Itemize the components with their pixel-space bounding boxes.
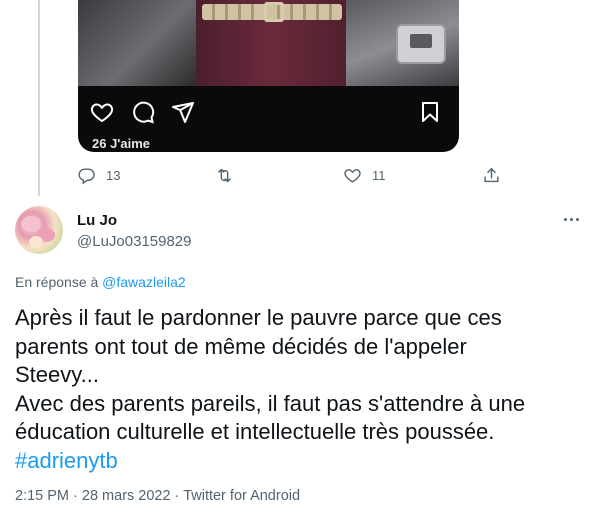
heart-icon — [344, 168, 361, 183]
share-upload-icon — [484, 167, 499, 182]
more-dot-icon — [569, 217, 573, 221]
reply-icon — [78, 167, 95, 184]
reply-to-mention-link[interactable]: @fawazleila2 — [102, 274, 185, 290]
heart-icon — [90, 103, 114, 123]
instagram-photo — [78, 0, 459, 86]
reply-count: 13 — [106, 167, 121, 183]
meta-separator: · — [69, 488, 82, 504]
tweet-text-line: Avec des parents pareils, il faut pas s'… — [15, 390, 526, 416]
hashtag-link[interactable]: #adrienytb — [15, 448, 118, 473]
retweet-icon — [218, 168, 231, 182]
avatar[interactable] — [15, 206, 63, 254]
tweet-text-line: parents ont tout de même décidés de l'ap… — [15, 333, 467, 359]
tweet-date-link[interactable]: 28 mars 2022 — [82, 488, 171, 504]
reply-context: En réponse à @fawazleila2 — [15, 274, 186, 290]
like-count: 11 — [372, 167, 386, 183]
tweet-media-image[interactable]: 26 J'aime — [78, 0, 459, 152]
user-handle[interactable]: @LuJo03159829 — [77, 233, 192, 250]
meta-separator: · — [170, 488, 184, 504]
tweet-source-link[interactable]: Twitter for Android — [183, 488, 300, 504]
tweet-text-line: Après il faut le pardonner le pauvre par… — [15, 305, 502, 330]
reply-context-prefix: En réponse à — [15, 274, 103, 290]
tweet-text: Après il faut le pardonner le pauvre par… — [15, 304, 585, 475]
reply-button[interactable]: 13 — [77, 163, 120, 187]
comment-bubble-icon — [133, 101, 155, 124]
tweet-metadata: 2:15 PM · 28 mars 2022 · Twitter for And… — [15, 488, 300, 504]
tweet-text-line: Steevy... — [15, 362, 99, 387]
send-paper-plane-icon — [172, 102, 194, 123]
like-button[interactable]: 11 — [343, 163, 386, 187]
bookmark-icon — [422, 102, 438, 122]
more-dot-icon — [575, 217, 579, 221]
user-display-name[interactable]: Lu Jo — [77, 212, 117, 229]
retweet-button[interactable] — [215, 163, 244, 187]
instagram-likes-count: 26 J'aime — [92, 136, 151, 151]
thread-connector-line — [38, 0, 40, 196]
tweet-text-line: éducation culturelle et intellectuelle t… — [15, 419, 495, 444]
more-options-button[interactable] — [560, 212, 582, 226]
bathroom-scale-graphic — [396, 24, 446, 64]
instagram-action-bar — [78, 92, 459, 128]
tweet-time-link[interactable]: 2:15 PM — [15, 488, 69, 504]
more-dot-icon — [563, 217, 567, 221]
share-button[interactable] — [482, 163, 501, 187]
